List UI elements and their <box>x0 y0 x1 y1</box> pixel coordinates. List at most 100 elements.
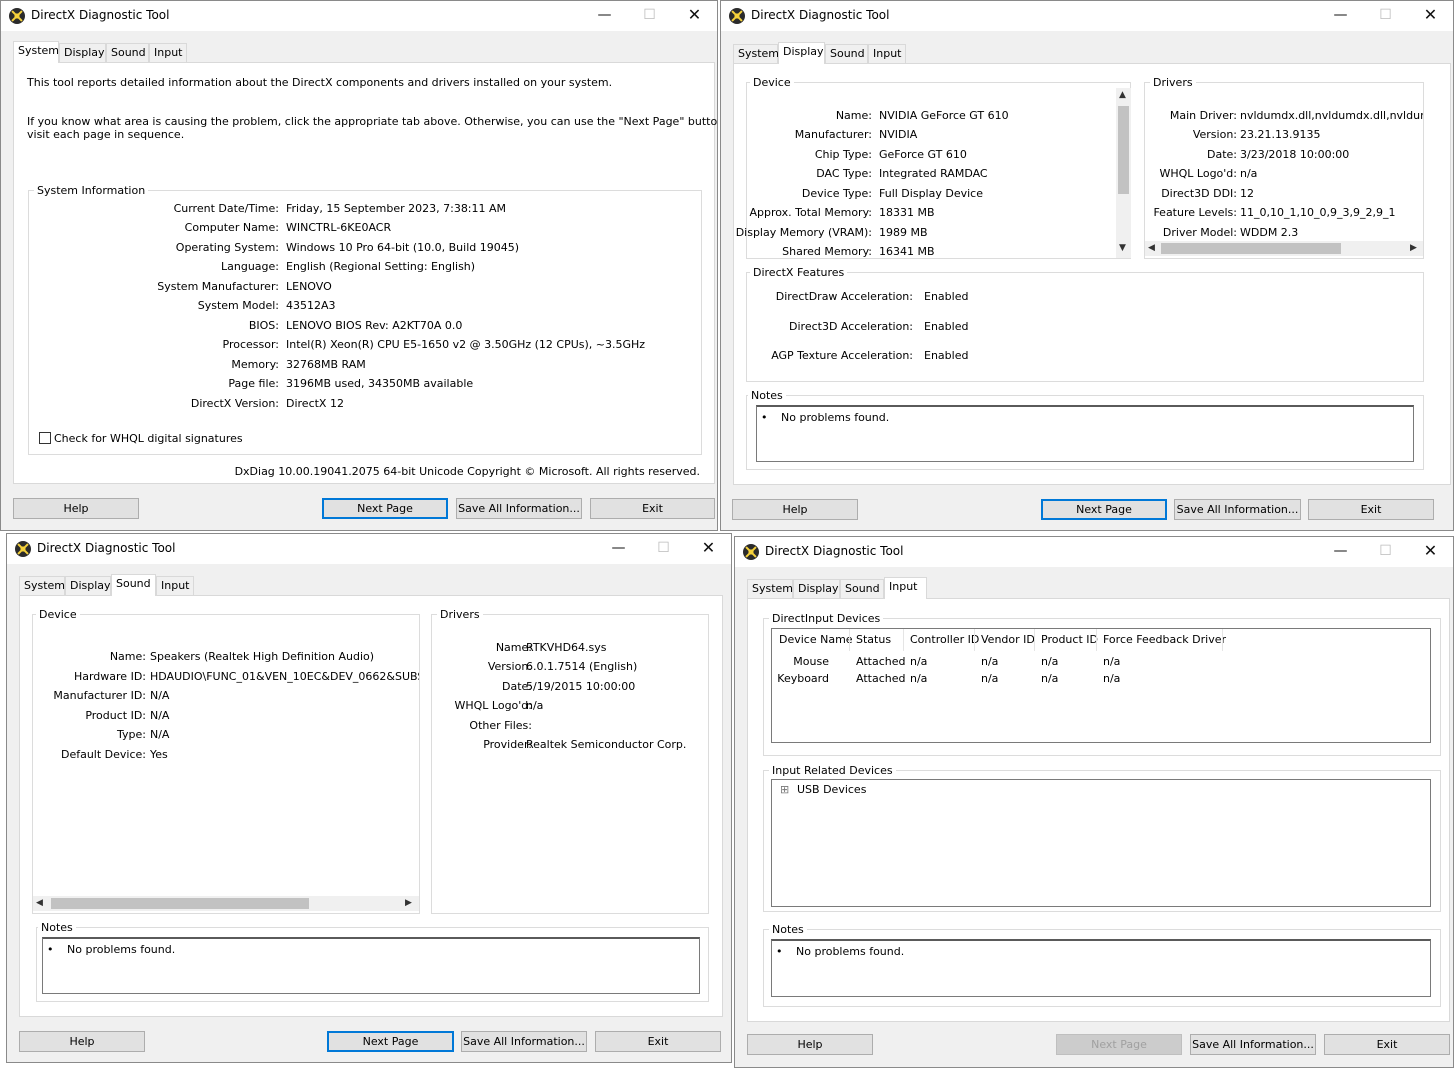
cell-vendor-id[interactable]: n/a <box>981 672 998 685</box>
group-label: Drivers <box>1150 76 1196 89</box>
scroll-down-icon[interactable]: ▼ <box>1119 243 1126 253</box>
scroll-thumb[interactable] <box>1161 243 1341 254</box>
cell-ff-driver[interactable]: n/a <box>1103 655 1120 668</box>
window-title: DirectX Diagnostic Tool <box>751 8 890 22</box>
directx-icon <box>729 8 745 24</box>
cell-controller-id[interactable]: n/a <box>910 672 927 685</box>
title-bar[interactable]: DirectX Diagnostic Tool — ☐ ✕ <box>721 1 1453 31</box>
field-label: System Model: <box>197 299 279 312</box>
title-bar[interactable]: DirectX Diagnostic Tool — ☐ ✕ <box>7 534 731 564</box>
tab-display[interactable]: Display <box>59 43 106 62</box>
column-header[interactable]: Controller ID <box>910 633 979 646</box>
save-all-button[interactable]: Save All Information... <box>456 498 582 519</box>
exit-button[interactable]: Exit <box>590 498 715 519</box>
tree-item-usb-devices[interactable]: USB Devices <box>797 783 866 796</box>
tab-input[interactable]: Input <box>868 44 906 63</box>
maximize-icon[interactable]: ☐ <box>641 534 686 564</box>
dxdiag-window-sound: DirectX Diagnostic Tool — ☐ ✕ System Dis… <box>6 533 732 1063</box>
cell-device-name[interactable]: Mouse <box>793 655 829 668</box>
next-page-button[interactable]: Next Page <box>327 1031 454 1052</box>
cell-vendor-id[interactable]: n/a <box>981 655 998 668</box>
tab-display[interactable]: Display <box>778 42 825 64</box>
tab-system[interactable]: System <box>19 576 65 595</box>
drivers-horizontal-scrollbar[interactable]: ◀ ▶ <box>1145 241 1423 256</box>
title-bar[interactable]: DirectX Diagnostic Tool — ☐ ✕ <box>1 1 717 31</box>
notes-box[interactable]: • No problems found. <box>756 405 1414 462</box>
field-value: DirectX 12 <box>286 397 344 410</box>
tab-sound[interactable]: Sound <box>840 579 884 598</box>
field-label: WHQL Logo'd: <box>1159 167 1237 180</box>
tab-sound[interactable]: Sound <box>825 44 868 63</box>
maximize-icon[interactable]: ☐ <box>627 1 672 31</box>
cell-device-name[interactable]: Keyboard <box>777 672 829 685</box>
minimize-icon[interactable]: — <box>596 534 641 564</box>
input-related-tree[interactable]: ⊞ USB Devices <box>771 779 1431 907</box>
exit-button[interactable]: Exit <box>595 1031 721 1052</box>
tab-input[interactable]: Input <box>149 43 187 62</box>
cell-product-id[interactable]: n/a <box>1041 672 1058 685</box>
minimize-icon[interactable]: — <box>1318 1 1363 31</box>
scroll-left-icon[interactable]: ◀ <box>36 898 43 908</box>
next-page-button[interactable]: Next Page <box>1041 499 1167 520</box>
maximize-icon[interactable]: ☐ <box>1363 1 1408 31</box>
next-page-button[interactable]: Next Page <box>322 498 448 519</box>
title-bar[interactable]: DirectX Diagnostic Tool — ☐ ✕ <box>735 537 1453 567</box>
column-separator <box>849 629 850 651</box>
column-header[interactable]: Force Feedback Driver <box>1103 633 1226 646</box>
help-button[interactable]: Help <box>732 499 858 520</box>
tree-expand-icon[interactable]: ⊞ <box>780 783 789 796</box>
notes-box[interactable]: • No problems found. <box>771 939 1431 997</box>
exit-button[interactable]: Exit <box>1324 1034 1450 1055</box>
field-label: Manufacturer: <box>794 128 872 141</box>
cell-status[interactable]: Attached <box>856 672 905 685</box>
tab-display[interactable]: Display <box>793 579 840 598</box>
tab-sound[interactable]: Sound <box>111 574 156 596</box>
help-button[interactable]: Help <box>19 1031 145 1052</box>
scroll-thumb[interactable] <box>1118 106 1129 194</box>
device-horizontal-scrollbar[interactable]: ◀ ▶ <box>33 896 419 911</box>
save-all-button[interactable]: Save All Information... <box>1190 1034 1316 1055</box>
close-icon[interactable]: ✕ <box>1408 1 1453 31</box>
minimize-icon[interactable]: — <box>582 1 627 31</box>
scroll-right-icon[interactable]: ▶ <box>405 898 412 908</box>
help-button[interactable]: Help <box>13 498 139 519</box>
tab-input[interactable]: Input <box>884 577 927 599</box>
field-value: n/a <box>526 699 544 712</box>
scroll-up-icon[interactable]: ▲ <box>1119 90 1126 100</box>
scroll-left-icon[interactable]: ◀ <box>1148 243 1155 253</box>
device-vertical-scrollbar[interactable]: ▲ ▼ <box>1116 88 1131 258</box>
scroll-right-icon[interactable]: ▶ <box>1410 243 1417 253</box>
field-value: 12 <box>1240 187 1254 200</box>
whql-checkbox-label[interactable]: Check for WHQL digital signatures <box>54 432 243 445</box>
column-separator <box>1034 629 1035 651</box>
tab-system[interactable]: System <box>13 41 59 63</box>
column-header[interactable]: Product ID <box>1041 633 1098 646</box>
column-header[interactable]: Status <box>856 633 891 646</box>
cell-ff-driver[interactable]: n/a <box>1103 672 1120 685</box>
tab-system[interactable]: System <box>733 44 779 63</box>
close-icon[interactable]: ✕ <box>1408 537 1453 567</box>
save-all-button[interactable]: Save All Information... <box>461 1031 587 1052</box>
close-icon[interactable]: ✕ <box>672 1 717 31</box>
cell-product-id[interactable]: n/a <box>1041 655 1058 668</box>
scroll-thumb[interactable] <box>51 898 309 909</box>
dxdiag-window-display: DirectX Diagnostic Tool — ☐ ✕ System Dis… <box>720 0 1454 531</box>
notes-box[interactable]: • No problems found. <box>42 937 700 994</box>
exit-button[interactable]: Exit <box>1308 499 1434 520</box>
maximize-icon[interactable]: ☐ <box>1363 537 1408 567</box>
close-icon[interactable]: ✕ <box>686 534 731 564</box>
minimize-icon[interactable]: — <box>1318 537 1363 567</box>
tab-system[interactable]: System <box>747 579 793 598</box>
tab-sound[interactable]: Sound <box>106 43 149 62</box>
next-page-button[interactable]: Next Page <box>1056 1034 1182 1055</box>
help-button[interactable]: Help <box>747 1034 873 1055</box>
tab-display[interactable]: Display <box>65 576 111 595</box>
cell-controller-id[interactable]: n/a <box>910 655 927 668</box>
save-all-button[interactable]: Save All Information... <box>1174 499 1301 520</box>
cell-status[interactable]: Attached <box>856 655 905 668</box>
directinput-device-list[interactable]: Device Name Status Controller ID Vendor … <box>771 628 1431 743</box>
column-header[interactable]: Device Name <box>779 633 853 646</box>
tab-input[interactable]: Input <box>156 576 194 595</box>
column-header[interactable]: Vendor ID <box>981 633 1035 646</box>
whql-checkbox[interactable] <box>39 432 51 444</box>
